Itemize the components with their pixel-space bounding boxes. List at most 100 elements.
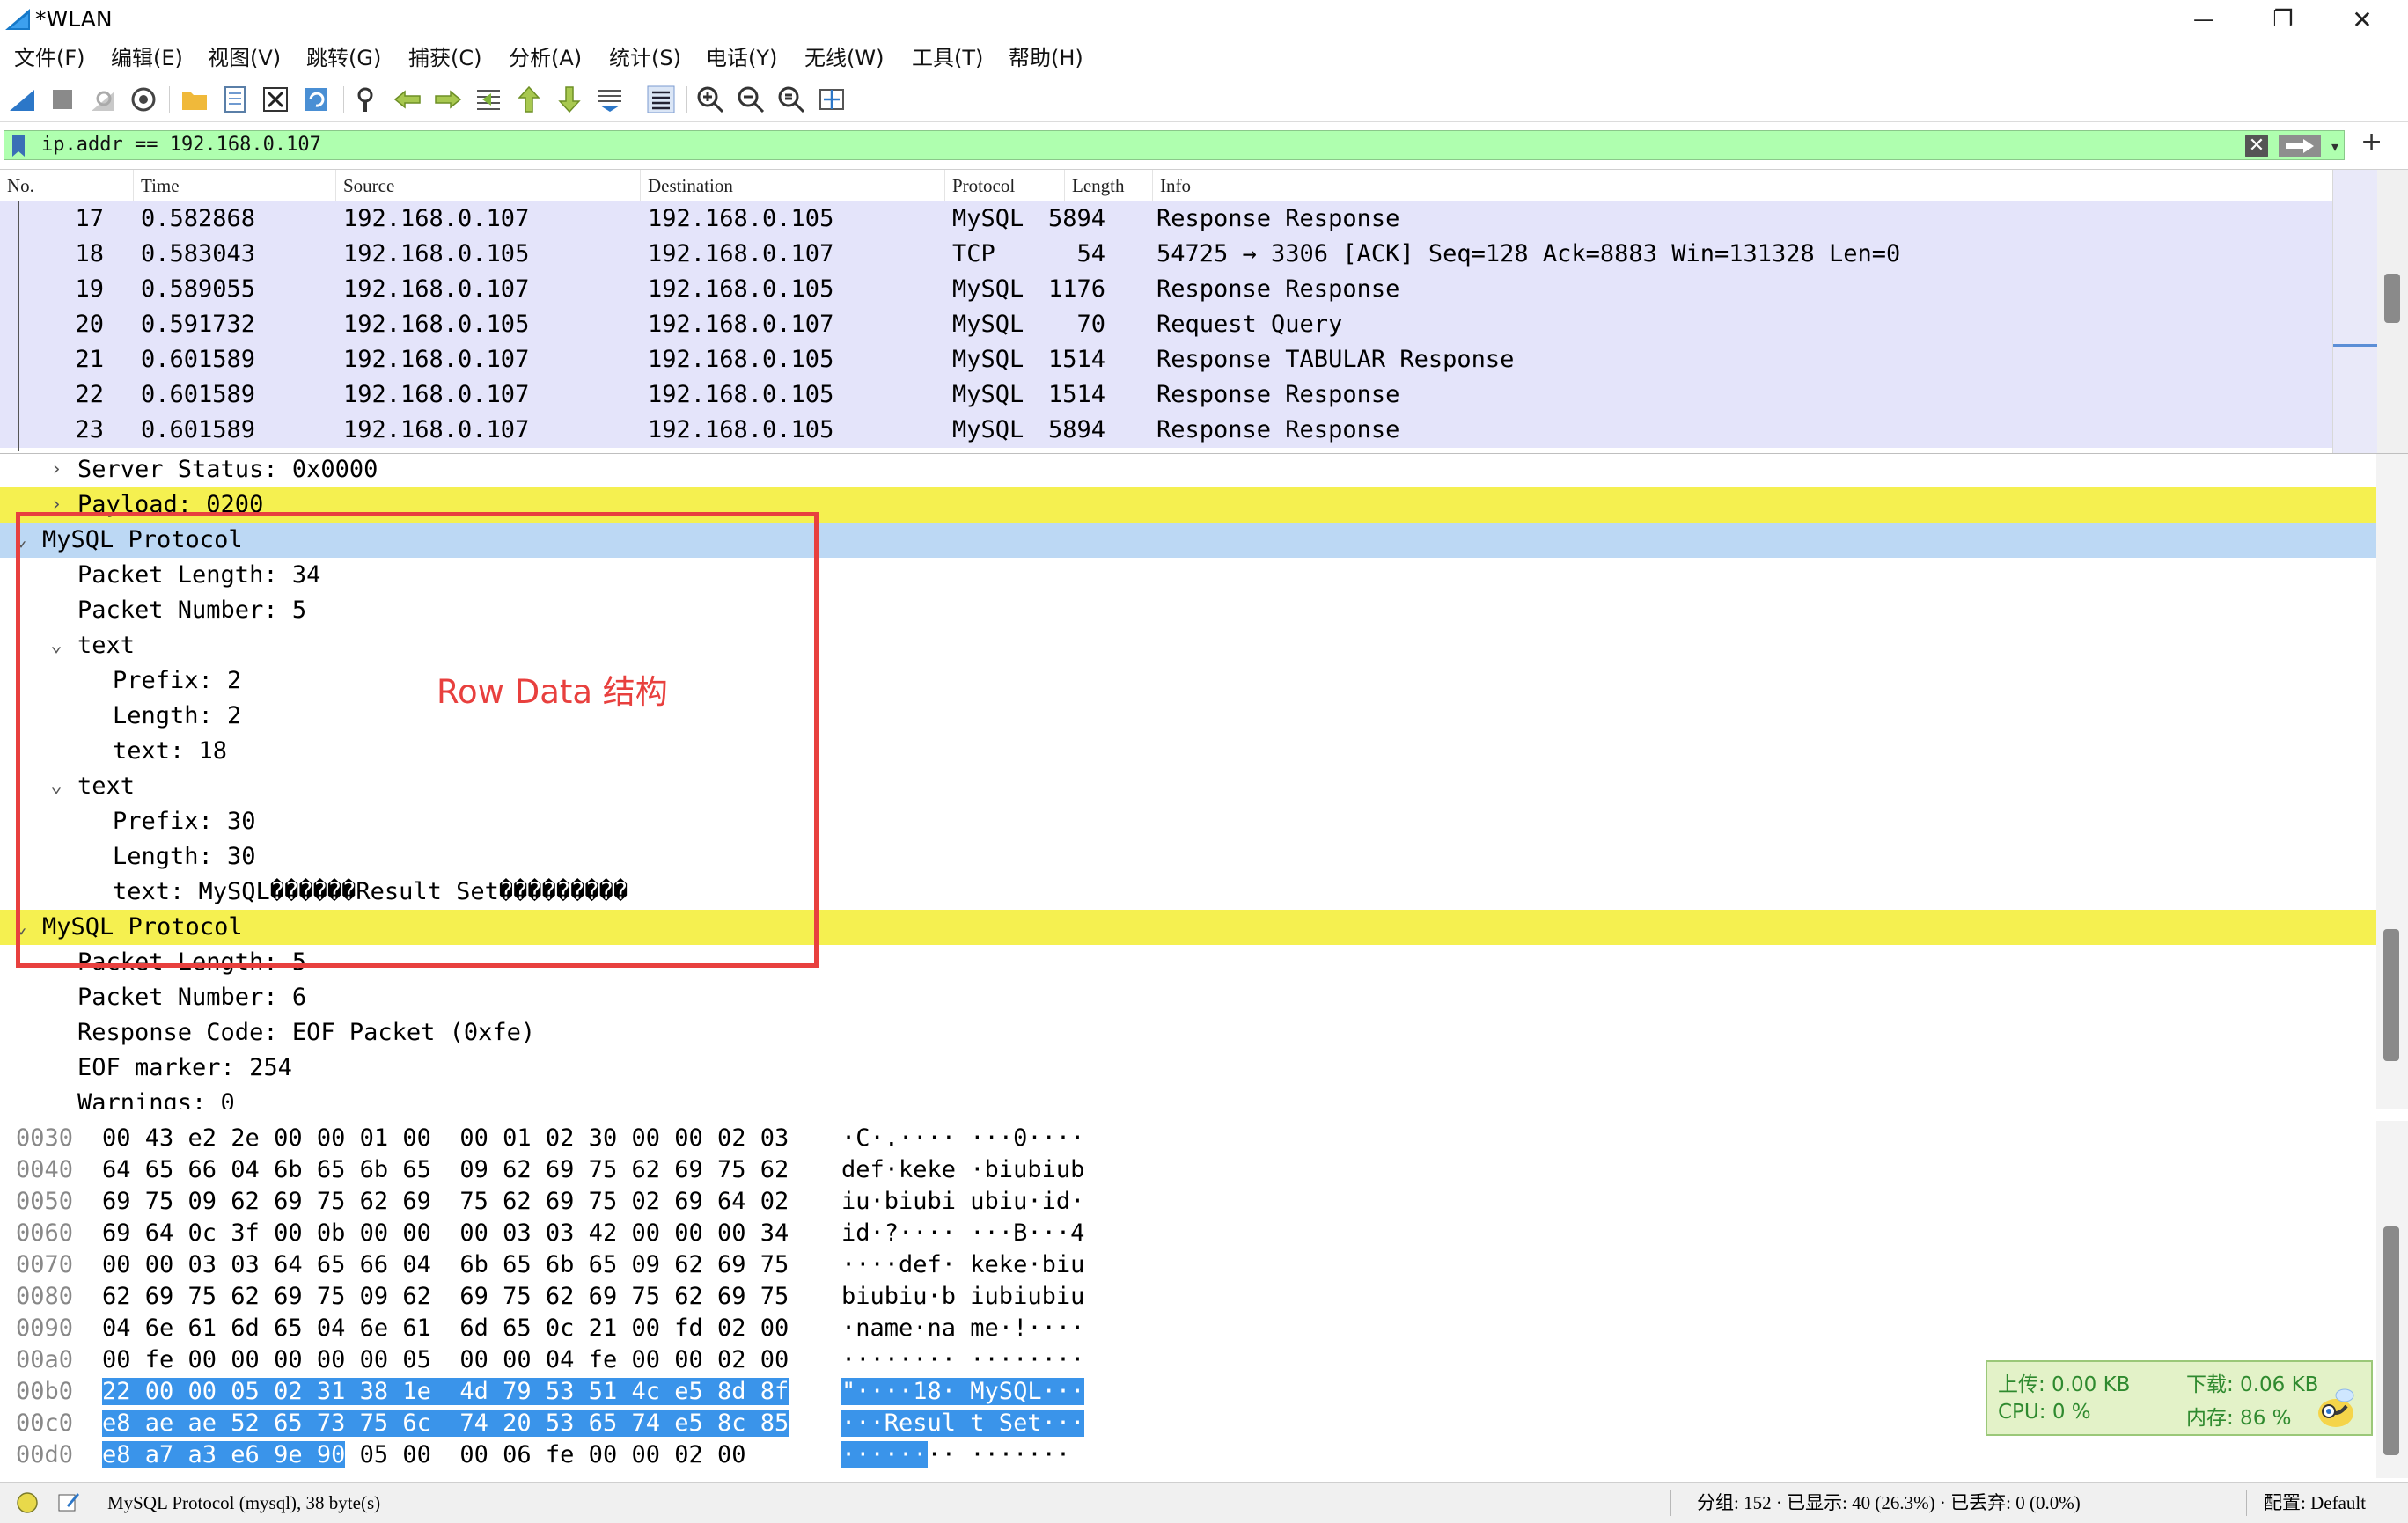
menu-statistics[interactable]: 统计(S): [609, 44, 681, 72]
byte-ascii-text: "····18· MySQL···: [841, 1378, 1085, 1405]
expert-info-icon[interactable]: [16, 1491, 39, 1514]
detail-row[interactable]: EOF marker: 254: [0, 1051, 2376, 1086]
zoom-normal-icon[interactable]: [776, 84, 806, 114]
go-to-packet-icon[interactable]: [474, 84, 503, 114]
col-length[interactable]: Length: [1065, 170, 1153, 201]
bytes-scrollbar[interactable]: [2376, 1121, 2408, 1478]
apply-filter-arrow-icon[interactable]: [2279, 135, 2321, 157]
col-info[interactable]: Info: [1153, 170, 2332, 201]
minimize-button[interactable]: —: [2165, 0, 2243, 39]
save-file-icon[interactable]: [220, 84, 250, 114]
col-source[interactable]: Source: [336, 170, 641, 201]
byte-ascii[interactable]: ·C·.···· ···0····: [841, 1123, 1084, 1154]
menu-analyze[interactable]: 分析(A): [509, 44, 582, 72]
go-forward-icon[interactable]: [433, 84, 463, 114]
byte-hex[interactable]: 00 fe 00 00 00 00 00 05 00 00 04 fe 00 0…: [102, 1344, 789, 1376]
byte-ascii[interactable]: ·name·na me·!····: [841, 1313, 1084, 1344]
menu-capture[interactable]: 捕获(C): [408, 44, 481, 72]
details-scrollbar[interactable]: [2376, 454, 2408, 1109]
detail-row[interactable]: › Server Status: 0x0000: [0, 454, 2376, 487]
byte-hex-text: 69 75 09 62 69 75 62 69 75 62 69 75 02 6…: [102, 1188, 789, 1215]
byte-hex[interactable]: 04 6e 61 6d 65 04 6e 61 6d 65 0c 21 00 f…: [102, 1313, 789, 1344]
expand-arrow-icon[interactable]: ›: [46, 454, 67, 487]
detail-row[interactable]: Packet Number: 6: [0, 980, 2376, 1015]
capture-comment-icon[interactable]: [56, 1490, 81, 1514]
col-protocol[interactable]: Protocol: [945, 170, 1065, 201]
packet-row[interactable]: 19 0.589055 192.168.0.107 192.168.0.105 MySQ…: [0, 272, 2332, 307]
col-destination[interactable]: Destination: [641, 170, 945, 201]
byte-row: 0090 04 6e 61 6d 65 04 6e 61 6d 65 0c 21 …: [0, 1313, 1144, 1344]
detail-row[interactable]: Response Code: EOF Packet (0xfe): [0, 1015, 2376, 1051]
col-no[interactable]: No.: [0, 170, 134, 201]
display-filter-bar: ✕ ▾ +: [0, 123, 2408, 167]
menu-help[interactable]: 帮助(H): [1009, 44, 1083, 72]
reload-file-icon[interactable]: [301, 84, 331, 114]
byte-hex[interactable]: 69 75 09 62 69 75 62 69 75 62 69 75 02 6…: [102, 1186, 789, 1218]
byte-hex[interactable]: 64 65 66 04 6b 65 6b 65 09 62 69 75 62 6…: [102, 1154, 789, 1186]
restart-capture-icon[interactable]: [88, 84, 118, 114]
byte-ascii[interactable]: biubiu·b iubiubiu: [841, 1281, 1084, 1313]
byte-ascii[interactable]: ···Resul t Set···: [841, 1408, 1085, 1439]
bookmark-icon[interactable]: [10, 135, 27, 157]
packet-row[interactable]: 23 0.601589 192.168.0.107 192.168.0.105 MySQ…: [0, 413, 2332, 448]
menu-tools[interactable]: 工具(T): [912, 44, 983, 72]
byte-hex[interactable]: e8 ae ae 52 65 73 75 6c 74 20 53 65 74 e…: [102, 1408, 789, 1439]
col-time[interactable]: Time: [134, 170, 336, 201]
byte-ascii[interactable]: ····def· keke·biu: [841, 1249, 1084, 1281]
packet-row[interactable]: 17 0.582868 192.168.0.107 192.168.0.105 MySQ…: [0, 201, 2332, 237]
add-filter-button[interactable]: +: [2360, 128, 2382, 157]
zoom-out-icon[interactable]: [736, 84, 766, 114]
packet-row[interactable]: 21 0.601589 192.168.0.107 192.168.0.105 MySQ…: [0, 342, 2332, 377]
filter-history-dropdown[interactable]: ▾: [2331, 138, 2338, 155]
packet-row[interactable]: 18 0.583043 192.168.0.105 192.168.0.107 TCP 5…: [0, 237, 2332, 272]
menu-wireless[interactable]: 无线(W): [804, 44, 884, 72]
zoom-in-icon[interactable]: [695, 84, 725, 114]
colorize-list-icon[interactable]: [646, 84, 676, 114]
byte-ascii-text: ········ ········: [841, 1346, 1085, 1373]
byte-ascii[interactable]: iu·biubi ubiu·id·: [841, 1186, 1084, 1218]
close-file-icon[interactable]: [261, 84, 290, 114]
menu-edit[interactable]: 编辑(E): [111, 44, 183, 72]
menu-go[interactable]: 跳转(G): [306, 44, 381, 72]
byte-ascii[interactable]: def·keke ·biubiub: [841, 1154, 1084, 1186]
byte-hex-rest: 05 00 00 06 fe 00 00 02 00: [345, 1441, 746, 1468]
find-packet-icon[interactable]: [352, 84, 382, 114]
menu-telephony[interactable]: 电话(Y): [706, 44, 777, 72]
packet-list-scrollbar[interactable]: [2332, 170, 2408, 453]
byte-hex[interactable]: 62 69 75 62 69 75 09 62 69 75 62 69 75 6…: [102, 1281, 789, 1313]
start-capture-icon[interactable]: [7, 84, 37, 114]
byte-hex[interactable]: e8 a7 a3 e6 9e 90 05 00 00 06 fe 00 00 0…: [102, 1439, 746, 1471]
detail-row[interactable]: Warnings: 0: [0, 1086, 2376, 1109]
packet-cell-src: 192.168.0.107: [343, 346, 530, 373]
details-scroll-thumb[interactable]: [2383, 929, 2399, 1061]
clear-filter-button[interactable]: ✕: [2245, 135, 2268, 157]
byte-hex[interactable]: 69 64 0c 3f 00 0b 00 00 00 03 03 42 00 0…: [102, 1218, 789, 1249]
menu-view[interactable]: 视图(V): [208, 44, 281, 72]
byte-ascii[interactable]: "····18· MySQL···: [841, 1376, 1085, 1408]
byte-hex[interactable]: 00 00 03 03 64 65 66 04 6b 65 6b 65 09 6…: [102, 1249, 789, 1281]
byte-ascii[interactable]: id·?···· ···B···4: [841, 1218, 1084, 1249]
display-filter-input[interactable]: [41, 131, 2198, 159]
capture-options-icon[interactable]: [128, 84, 158, 114]
byte-ascii[interactable]: ········ ········: [841, 1344, 1084, 1376]
bytes-scroll-thumb[interactable]: [2383, 1226, 2399, 1455]
open-file-icon[interactable]: [180, 84, 209, 114]
packet-row[interactable]: 20 0.591732 192.168.0.105 192.168.0.107 MySQ…: [0, 307, 2332, 342]
stop-capture-icon[interactable]: [48, 84, 77, 114]
close-button[interactable]: ✕: [2324, 0, 2401, 39]
byte-hex[interactable]: 22 00 00 05 02 31 38 1e 4d 79 53 51 4c e…: [102, 1376, 789, 1408]
go-first-packet-icon[interactable]: [514, 84, 544, 114]
resize-columns-icon[interactable]: [817, 84, 847, 114]
byte-hex[interactable]: 00 43 e2 2e 00 00 01 00 00 01 02 30 00 0…: [102, 1123, 789, 1154]
packet-row[interactable]: 22 0.601589 192.168.0.107 192.168.0.105 MySQ…: [0, 377, 2332, 413]
profile-label[interactable]: 配置: Default: [2264, 1483, 2366, 1523]
packet-cell-dst: 192.168.0.105: [648, 205, 834, 232]
byte-ascii[interactable]: ········ ·······: [841, 1439, 1070, 1471]
byte-hex-text: 69 64 0c 3f 00 0b 00 00 00 03 03 42 00 0…: [102, 1219, 789, 1247]
go-last-packet-icon[interactable]: [554, 84, 584, 114]
menu-file[interactable]: 文件(F): [14, 44, 85, 72]
auto-scroll-icon[interactable]: [595, 84, 625, 114]
maximize-button[interactable]: ❐: [2244, 0, 2322, 39]
go-back-icon[interactable]: [393, 84, 422, 114]
packet-list-scroll-thumb[interactable]: [2384, 274, 2400, 323]
